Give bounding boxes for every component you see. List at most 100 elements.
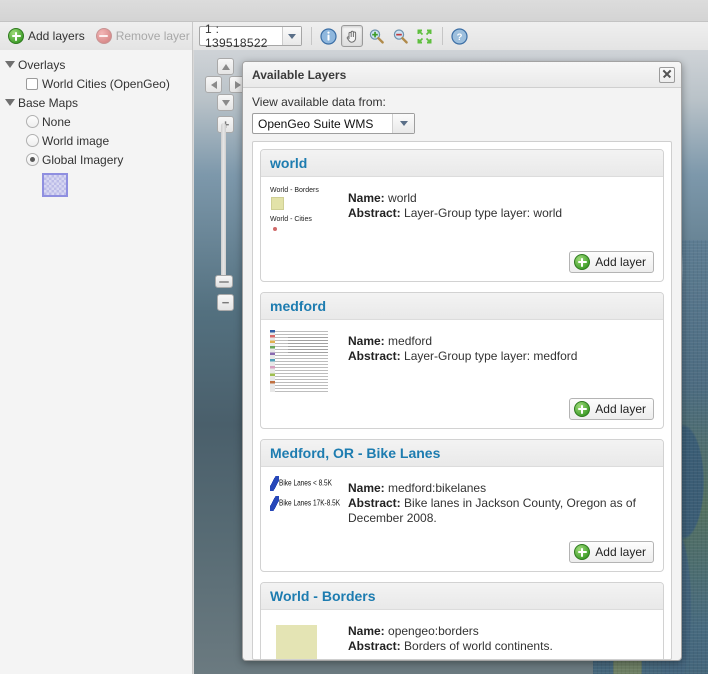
scale-combo[interactable]: 1 : 139518522: [199, 22, 302, 50]
identify-icon: [319, 27, 337, 45]
layer-name-value: medford: [388, 334, 433, 348]
layer-card-info: Name: opengeo:borders Abstract: Borders …: [346, 618, 654, 659]
add-layer-button[interactable]: Add layer: [569, 541, 654, 563]
legend-entry: Bike Lanes 17K-8.5K: [270, 496, 346, 511]
layer-card-info: Name: medford:bikelanes Abstract: Bike l…: [346, 475, 654, 535]
layer-card-footer: Add layer: [261, 398, 663, 428]
abstract-label: Abstract:: [348, 206, 401, 220]
map-toolbar: 1 : 139518522 ?: [193, 22, 708, 50]
zoom-out-button[interactable]: −: [217, 294, 234, 311]
pan-up-button[interactable]: [217, 58, 234, 75]
layer-card-footer: Add layer: [261, 541, 663, 571]
add-circle-icon: [574, 401, 591, 417]
zoom-slider-track[interactable]: [221, 123, 226, 278]
legend-entry-label: World - Borders: [270, 187, 319, 194]
add-layers-label: Add layers: [28, 29, 85, 43]
dialog-title-bar[interactable]: Available Layers: [243, 62, 681, 88]
available-layers-dialog: Available Layers View available data fro…: [242, 61, 682, 661]
pan-tool-button[interactable]: [341, 25, 363, 47]
tree-item-none-label: None: [42, 114, 71, 129]
tree-item-world-cities-label: World Cities (OpenGeo): [42, 76, 170, 91]
layer-card-info: Name: medford Abstract: Layer-Group type…: [346, 328, 654, 392]
layer-tree-panel: Overlays World Cities (OpenGeo) Base Map…: [0, 50, 193, 674]
dialog-body: View available data from: OpenGeo Suite …: [243, 88, 681, 660]
zoom-out-tool-button[interactable]: [389, 25, 411, 47]
tree-item-global-imagery[interactable]: Global Imagery: [0, 150, 192, 169]
layer-name-value: opengeo:borders: [388, 624, 479, 638]
tree-item-world-cities[interactable]: World Cities (OpenGeo): [0, 74, 192, 93]
zoom-in-tool-button[interactable]: [365, 25, 387, 47]
zoom-out-icon: [393, 28, 408, 44]
add-layers-button[interactable]: Add layers: [4, 25, 92, 47]
zoom-slider-handle[interactable]: [215, 275, 233, 288]
layer-abstract-value: Borders of world continents.: [404, 639, 553, 653]
layer-name-value: medford:bikelanes: [388, 481, 487, 495]
legend-entry-label: Bike Lanes < 8.5K: [279, 479, 332, 488]
source-combo[interactable]: OpenGeo Suite WMS: [252, 113, 415, 134]
tree-group-overlays[interactable]: Overlays: [0, 55, 192, 74]
layer-card-body: Name: medford Abstract: Layer-Group type…: [261, 320, 663, 398]
help-tool-button[interactable]: ?: [448, 25, 470, 47]
layer-card-info: Name: world Abstract: Layer-Group type l…: [346, 185, 654, 245]
polygon-swatch-icon: [271, 197, 284, 210]
polygon-swatch-large-icon: [276, 625, 317, 659]
layer-card-medford: medford Name: medford Abstract: Layer-Gr…: [260, 292, 664, 429]
application-window: Add layers Remove layer 1 : 139518522 ? …: [0, 0, 708, 674]
layer-legend-graphic: [270, 618, 346, 659]
layer-card-world: world World - Borders World - Cities Nam…: [260, 149, 664, 282]
tree-item-world-image[interactable]: World image: [0, 131, 192, 150]
layer-card-borders: World - Borders Name: opengeo:borders Ab…: [260, 582, 664, 659]
layers-toolbar: Add layers Remove layer: [0, 22, 193, 50]
tree-group-overlays-label: Overlays: [18, 57, 66, 72]
chevron-down-icon[interactable]: [392, 114, 414, 133]
layer-card-footer: Add layer: [261, 251, 663, 281]
add-circle-icon: [8, 28, 24, 44]
add-layer-button[interactable]: Add layer: [569, 251, 654, 273]
add-layer-label: Add layer: [595, 402, 646, 416]
basemap-radio[interactable]: [26, 115, 39, 128]
add-layer-button[interactable]: Add layer: [569, 398, 654, 420]
pan-left-button[interactable]: [205, 76, 222, 93]
add-layer-label: Add layer: [595, 255, 646, 269]
scale-dropdown-arrow[interactable]: [282, 27, 301, 45]
legend-entry-label: Bike Lanes 17K-8.5K: [279, 499, 341, 508]
layer-card-title: medford: [261, 293, 663, 320]
pan-hand-icon: [346, 30, 356, 43]
pan-down-button[interactable]: [217, 94, 234, 111]
layer-card-bikelanes: Medford, OR - Bike Lanes Bike Lanes < 8.…: [260, 439, 664, 572]
dialog-title: Available Layers: [252, 67, 347, 82]
tree-item-none[interactable]: None: [0, 112, 192, 131]
name-label: Name:: [348, 624, 385, 638]
layer-card-body: Name: opengeo:borders Abstract: Borders …: [261, 610, 663, 659]
source-value: OpenGeo Suite WMS: [258, 116, 374, 131]
layer-legend-graphic: Bike Lanes < 8.5K Bike Lanes 17K-8.5K: [270, 475, 346, 535]
layer-card-body: Bike Lanes < 8.5K Bike Lanes 17K-8.5K Na…: [261, 467, 663, 541]
basemap-radio[interactable]: [26, 134, 39, 147]
zoom-in-icon: [369, 28, 384, 44]
close-icon[interactable]: [659, 66, 675, 83]
tree-group-basemaps-label: Base Maps: [18, 95, 79, 110]
line-symbol-icon: [270, 476, 279, 491]
identify-tool-button[interactable]: [317, 25, 339, 47]
tree-group-basemaps[interactable]: Base Maps: [0, 93, 192, 112]
remove-layer-button[interactable]: Remove layer: [92, 25, 197, 47]
legend-entry: Bike Lanes < 8.5K: [270, 476, 346, 491]
zoom-out-label: −: [221, 295, 230, 310]
basemap-legend-swatch: [42, 173, 68, 197]
scale-value: 1 : 139518522: [205, 22, 268, 50]
basemap-radio-selected[interactable]: [26, 153, 39, 166]
toolbar-separator-1: [311, 27, 312, 45]
remove-layer-label: Remove layer: [115, 29, 190, 43]
layer-list[interactable]: world World - Borders World - Cities Nam…: [252, 141, 672, 660]
line-symbol-icon: [270, 496, 279, 511]
zoom-extent-tool-button[interactable]: [413, 25, 435, 47]
toolbar-separator-2: [442, 27, 443, 45]
expand-triangle-icon[interactable]: [4, 97, 15, 108]
add-layer-label: Add layer: [595, 545, 646, 559]
remove-circle-icon: [95, 28, 112, 44]
layer-checkbox[interactable]: [26, 77, 38, 90]
abstract-label: Abstract:: [348, 349, 401, 363]
expand-triangle-icon[interactable]: [4, 59, 15, 70]
layer-legend-graphic: [270, 328, 346, 392]
add-circle-icon: [574, 254, 591, 270]
